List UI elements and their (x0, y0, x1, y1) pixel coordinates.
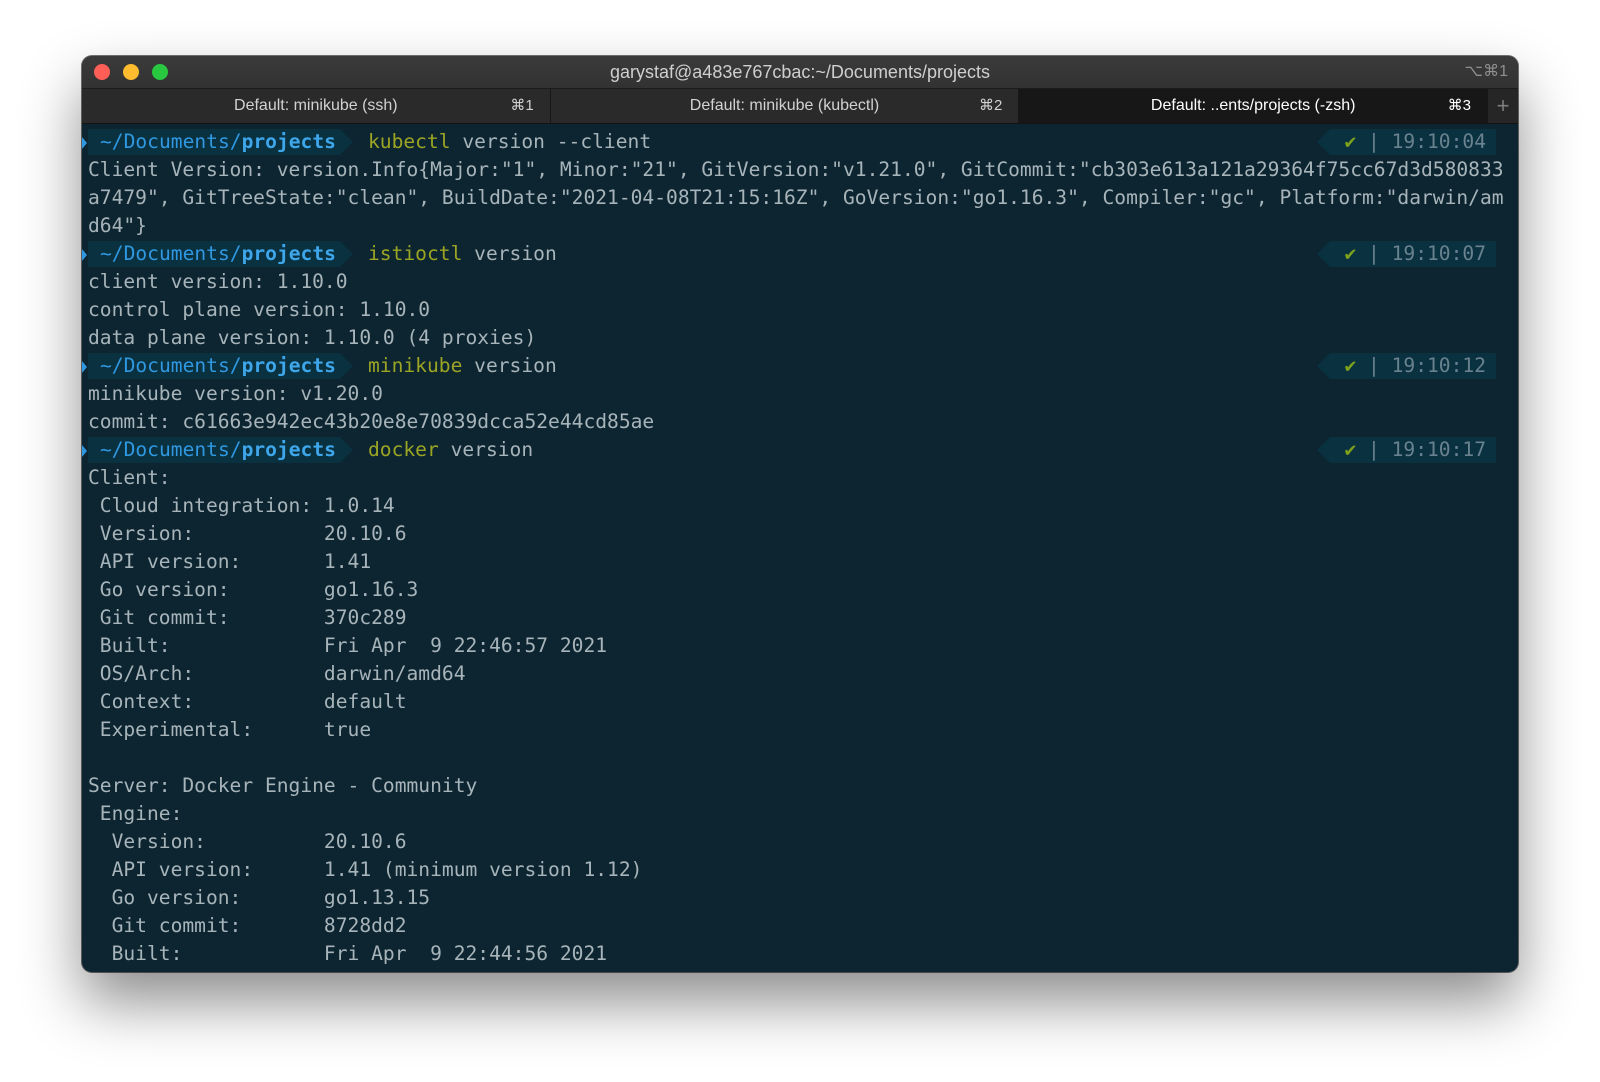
window-title: garystaf@a483e767cbac:~/Documents/projec… (610, 62, 990, 82)
new-tab-button[interactable]: + (1488, 89, 1518, 123)
window-shortcut: ⌥⌘1 (1464, 63, 1508, 80)
output-line: client version: 1.10.0 (88, 270, 348, 293)
close-window-button[interactable] (94, 64, 110, 80)
output-line: Client Version: version.Info{Major:"1", … (88, 158, 1504, 181)
output-line: API version: 1.41 (minimum version 1.12) (88, 858, 643, 881)
prompt-line: ~/Documents/projects docker version ✔ | 19… (82, 436, 1512, 464)
tab-projects-zsh[interactable]: Default: ..ents/projects (-zsh) ⌘3 (1019, 89, 1489, 123)
prompt-path-segment: ~/Documents/projects (82, 129, 353, 155)
output-line: Experimental: true (88, 718, 372, 741)
tab-label: Default: ..ents/projects (-zsh) (1150, 97, 1356, 114)
prompt-caret-icon (82, 445, 87, 457)
prompt-path-segment: ~/Documents/projects (82, 353, 353, 379)
output-line: Server: Docker Engine - Community (88, 774, 478, 797)
tab-minikube-ssh[interactable]: Default: minikube (ssh) ⌘1 (82, 89, 551, 123)
command-args: version (462, 242, 557, 265)
output-line: data plane version: 1.10.0 (4 proxies) (88, 326, 537, 349)
command-args: version (462, 354, 557, 377)
prompt-line: ~/Documents/projects minikube version ✔ | … (82, 352, 1512, 380)
prompt-path-dir: projects (241, 130, 336, 153)
command-timestamp: 19:10:07 (1391, 242, 1486, 265)
output-line: commit: c61663e942ec43b20e8e70839dcca52e… (88, 410, 655, 433)
output-line: Git commit: 370c289 (88, 606, 407, 629)
success-check-icon: ✔ (1344, 354, 1357, 377)
zoom-window-button[interactable] (152, 64, 168, 80)
prompt-status-segment: ✔ | 19:10:17 (1317, 437, 1496, 463)
prompt-path-prefix: ~/Documents/ (100, 242, 242, 265)
prompt-caret-icon (82, 361, 87, 373)
prompt-path-dir: projects (241, 438, 336, 461)
prompt-separator: | (1368, 242, 1380, 265)
command-text: istioctl version (368, 240, 557, 268)
output-line: Built: Fri Apr 9 22:46:57 2021 (88, 634, 608, 657)
success-check-icon: ✔ (1344, 438, 1357, 461)
command-text: docker version (368, 436, 533, 464)
output-line: Git commit: 8728dd2 (88, 914, 407, 937)
tab-shortcut: ⌘1 (510, 97, 534, 114)
output-line: Engine: (88, 802, 183, 825)
prompt-separator: | (1368, 130, 1380, 153)
tab-label: Default: minikube (kubectl) (689, 97, 880, 114)
prompt-line: ~/Documents/projects istioctl version ✔ | … (82, 240, 1512, 268)
prompt-path-prefix: ~/Documents/ (100, 438, 242, 461)
tab-minikube-kubectl[interactable]: Default: minikube (kubectl) ⌘2 (550, 89, 1020, 123)
prompt-caret-icon (82, 137, 87, 149)
prompt-status-segment: ✔ | 19:10:04 (1317, 129, 1496, 155)
output-line: minikube version: v1.20.0 (88, 382, 383, 405)
output-line: Built: Fri Apr 9 22:44:56 2021 (88, 942, 608, 965)
output-line: a7479", GitTreeState:"clean", BuildDate:… (88, 186, 1504, 209)
command-text: minikube version (368, 352, 557, 380)
command-program: docker (368, 438, 439, 461)
output-line: OS/Arch: darwin/amd64 (88, 662, 466, 685)
command-program: kubectl (368, 130, 451, 153)
title-bar: garystaf@a483e767cbac:~/Documents/projec… (82, 56, 1518, 88)
command-text: kubectl version --client (368, 128, 651, 156)
tab-shortcut: ⌘3 (1447, 97, 1472, 114)
output-line: Context: default (88, 690, 407, 713)
prompt-path-segment: ~/Documents/projects (82, 241, 353, 267)
prompt-path-prefix: ~/Documents/ (100, 130, 242, 153)
prompt-path-prefix: ~/Documents/ (100, 354, 242, 377)
terminal-output[interactable]: ~/Documents/projects kubectl version --cl… (82, 124, 1518, 968)
output-line: Version: 20.10.6 (88, 522, 407, 545)
prompt-path-dir: projects (241, 354, 336, 377)
output-line: control plane version: 1.10.0 (88, 298, 431, 321)
output-line: Go version: go1.13.15 (88, 886, 431, 909)
prompt-line: ~/Documents/projects kubectl version --cl… (82, 128, 1512, 156)
command-timestamp: 19:10:17 (1391, 438, 1486, 461)
command-args: version --client (450, 130, 652, 153)
tab-shortcut: ⌘2 (979, 97, 1003, 114)
output-line: Version: 20.10.6 (88, 830, 407, 853)
command-args: version (438, 438, 534, 461)
output-line: d64"} (88, 214, 147, 237)
command-program: istioctl (368, 242, 463, 265)
command-timestamp: 19:10:04 (1391, 130, 1486, 153)
command-timestamp: 19:10:12 (1391, 354, 1486, 377)
command-program: minikube (368, 354, 463, 377)
success-check-icon: ✔ (1344, 242, 1357, 265)
prompt-separator: | (1368, 438, 1380, 461)
output-line: Client: (88, 466, 171, 489)
tab-bar: Default: minikube (ssh) ⌘1 Default: mini… (82, 88, 1518, 124)
output-line: API version: 1.41 (88, 550, 372, 573)
tab-label: Default: minikube (ssh) (234, 97, 398, 114)
success-check-icon: ✔ (1344, 130, 1357, 153)
prompt-caret-icon (82, 249, 87, 261)
prompt-status-segment: ✔ | 19:10:12 (1317, 353, 1496, 379)
output-line: Cloud integration: 1.0.14 (88, 494, 395, 517)
minimize-window-button[interactable] (123, 64, 139, 80)
prompt-status-segment: ✔ | 19:10:07 (1317, 241, 1496, 267)
prompt-separator: | (1368, 354, 1380, 377)
prompt-path-segment: ~/Documents/projects (82, 437, 353, 463)
prompt-path-dir: projects (241, 242, 336, 265)
terminal-window: garystaf@a483e767cbac:~/Documents/projec… (82, 56, 1518, 972)
output-line: Go version: go1.16.3 (88, 578, 419, 601)
